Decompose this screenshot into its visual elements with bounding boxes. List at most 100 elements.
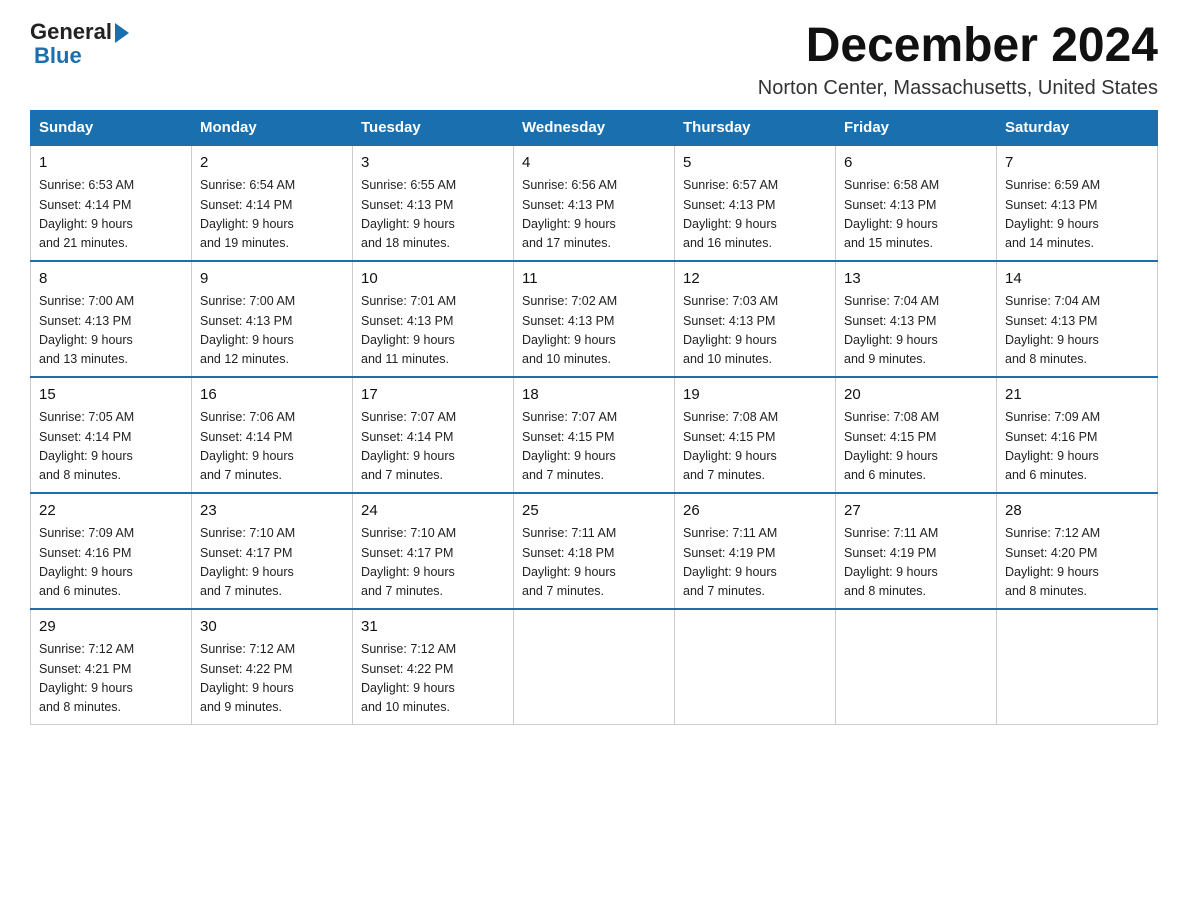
day-number: 1 bbox=[39, 152, 183, 175]
day-info: Sunrise: 7:10 AMSunset: 4:17 PMDaylight:… bbox=[361, 524, 505, 602]
header-day-thursday: Thursday bbox=[675, 110, 836, 145]
day-number: 15 bbox=[39, 384, 183, 407]
day-number: 13 bbox=[844, 268, 988, 291]
day-info: Sunrise: 6:55 AMSunset: 4:13 PMDaylight:… bbox=[361, 176, 505, 254]
header-day-tuesday: Tuesday bbox=[353, 110, 514, 145]
calendar-cell: 19Sunrise: 7:08 AMSunset: 4:15 PMDayligh… bbox=[675, 377, 836, 493]
day-number: 20 bbox=[844, 384, 988, 407]
day-info: Sunrise: 7:12 AMSunset: 4:22 PMDaylight:… bbox=[200, 640, 344, 718]
calendar-cell: 8Sunrise: 7:00 AMSunset: 4:13 PMDaylight… bbox=[31, 261, 192, 377]
day-info: Sunrise: 7:12 AMSunset: 4:21 PMDaylight:… bbox=[39, 640, 183, 718]
title-block: December 2024 Norton Center, Massachuset… bbox=[758, 20, 1158, 100]
calendar-cell: 24Sunrise: 7:10 AMSunset: 4:17 PMDayligh… bbox=[353, 493, 514, 609]
day-info: Sunrise: 7:07 AMSunset: 4:14 PMDaylight:… bbox=[361, 408, 505, 486]
day-info: Sunrise: 6:58 AMSunset: 4:13 PMDaylight:… bbox=[844, 176, 988, 254]
day-info: Sunrise: 7:12 AMSunset: 4:20 PMDaylight:… bbox=[1005, 524, 1149, 602]
day-number: 4 bbox=[522, 152, 666, 175]
week-row-2: 8Sunrise: 7:00 AMSunset: 4:13 PMDaylight… bbox=[31, 261, 1158, 377]
header-day-saturday: Saturday bbox=[997, 110, 1158, 145]
calendar-cell bbox=[836, 609, 997, 725]
logo-general-text: General bbox=[30, 20, 112, 44]
calendar-cell bbox=[514, 609, 675, 725]
day-number: 12 bbox=[683, 268, 827, 291]
day-number: 7 bbox=[1005, 152, 1149, 175]
week-row-1: 1Sunrise: 6:53 AMSunset: 4:14 PMDaylight… bbox=[31, 145, 1158, 261]
day-info: Sunrise: 7:01 AMSunset: 4:13 PMDaylight:… bbox=[361, 292, 505, 370]
calendar-cell: 15Sunrise: 7:05 AMSunset: 4:14 PMDayligh… bbox=[31, 377, 192, 493]
calendar-cell: 9Sunrise: 7:00 AMSunset: 4:13 PMDaylight… bbox=[192, 261, 353, 377]
day-number: 2 bbox=[200, 152, 344, 175]
calendar-cell: 27Sunrise: 7:11 AMSunset: 4:19 PMDayligh… bbox=[836, 493, 997, 609]
day-info: Sunrise: 7:11 AMSunset: 4:19 PMDaylight:… bbox=[844, 524, 988, 602]
day-number: 31 bbox=[361, 616, 505, 639]
day-info: Sunrise: 7:00 AMSunset: 4:13 PMDaylight:… bbox=[200, 292, 344, 370]
day-number: 9 bbox=[200, 268, 344, 291]
calendar-cell: 16Sunrise: 7:06 AMSunset: 4:14 PMDayligh… bbox=[192, 377, 353, 493]
header-day-sunday: Sunday bbox=[31, 110, 192, 145]
calendar-cell: 22Sunrise: 7:09 AMSunset: 4:16 PMDayligh… bbox=[31, 493, 192, 609]
calendar-cell: 18Sunrise: 7:07 AMSunset: 4:15 PMDayligh… bbox=[514, 377, 675, 493]
day-info: Sunrise: 6:53 AMSunset: 4:14 PMDaylight:… bbox=[39, 176, 183, 254]
day-number: 6 bbox=[844, 152, 988, 175]
logo: General Blue bbox=[30, 20, 129, 68]
day-info: Sunrise: 7:08 AMSunset: 4:15 PMDaylight:… bbox=[683, 408, 827, 486]
day-number: 26 bbox=[683, 500, 827, 523]
calendar-cell: 7Sunrise: 6:59 AMSunset: 4:13 PMDaylight… bbox=[997, 145, 1158, 261]
day-number: 28 bbox=[1005, 500, 1149, 523]
day-number: 24 bbox=[361, 500, 505, 523]
calendar-cell: 10Sunrise: 7:01 AMSunset: 4:13 PMDayligh… bbox=[353, 261, 514, 377]
day-info: Sunrise: 6:57 AMSunset: 4:13 PMDaylight:… bbox=[683, 176, 827, 254]
logo-blue-text: Blue bbox=[34, 44, 129, 68]
day-info: Sunrise: 7:10 AMSunset: 4:17 PMDaylight:… bbox=[200, 524, 344, 602]
day-number: 17 bbox=[361, 384, 505, 407]
day-number: 25 bbox=[522, 500, 666, 523]
day-number: 3 bbox=[361, 152, 505, 175]
calendar-cell: 14Sunrise: 7:04 AMSunset: 4:13 PMDayligh… bbox=[997, 261, 1158, 377]
calendar-cell: 4Sunrise: 6:56 AMSunset: 4:13 PMDaylight… bbox=[514, 145, 675, 261]
day-number: 21 bbox=[1005, 384, 1149, 407]
day-info: Sunrise: 7:00 AMSunset: 4:13 PMDaylight:… bbox=[39, 292, 183, 370]
calendar-cell bbox=[675, 609, 836, 725]
header-day-monday: Monday bbox=[192, 110, 353, 145]
calendar-cell: 3Sunrise: 6:55 AMSunset: 4:13 PMDaylight… bbox=[353, 145, 514, 261]
day-info: Sunrise: 6:56 AMSunset: 4:13 PMDaylight:… bbox=[522, 176, 666, 254]
day-number: 14 bbox=[1005, 268, 1149, 291]
day-number: 27 bbox=[844, 500, 988, 523]
calendar-header: SundayMondayTuesdayWednesdayThursdayFrid… bbox=[31, 110, 1158, 145]
calendar-table: SundayMondayTuesdayWednesdayThursdayFrid… bbox=[30, 110, 1158, 725]
day-number: 18 bbox=[522, 384, 666, 407]
day-number: 5 bbox=[683, 152, 827, 175]
calendar-cell: 6Sunrise: 6:58 AMSunset: 4:13 PMDaylight… bbox=[836, 145, 997, 261]
calendar-cell: 25Sunrise: 7:11 AMSunset: 4:18 PMDayligh… bbox=[514, 493, 675, 609]
week-row-5: 29Sunrise: 7:12 AMSunset: 4:21 PMDayligh… bbox=[31, 609, 1158, 725]
calendar-cell: 2Sunrise: 6:54 AMSunset: 4:14 PMDaylight… bbox=[192, 145, 353, 261]
calendar-cell: 12Sunrise: 7:03 AMSunset: 4:13 PMDayligh… bbox=[675, 261, 836, 377]
day-number: 8 bbox=[39, 268, 183, 291]
day-info: Sunrise: 7:03 AMSunset: 4:13 PMDaylight:… bbox=[683, 292, 827, 370]
calendar-body: 1Sunrise: 6:53 AMSunset: 4:14 PMDaylight… bbox=[31, 145, 1158, 725]
calendar-cell: 30Sunrise: 7:12 AMSunset: 4:22 PMDayligh… bbox=[192, 609, 353, 725]
day-info: Sunrise: 7:11 AMSunset: 4:18 PMDaylight:… bbox=[522, 524, 666, 602]
header-row: SundayMondayTuesdayWednesdayThursdayFrid… bbox=[31, 110, 1158, 145]
day-number: 22 bbox=[39, 500, 183, 523]
calendar-cell: 17Sunrise: 7:07 AMSunset: 4:14 PMDayligh… bbox=[353, 377, 514, 493]
calendar-cell: 1Sunrise: 6:53 AMSunset: 4:14 PMDaylight… bbox=[31, 145, 192, 261]
calendar-cell: 26Sunrise: 7:11 AMSunset: 4:19 PMDayligh… bbox=[675, 493, 836, 609]
week-row-3: 15Sunrise: 7:05 AMSunset: 4:14 PMDayligh… bbox=[31, 377, 1158, 493]
day-info: Sunrise: 6:54 AMSunset: 4:14 PMDaylight:… bbox=[200, 176, 344, 254]
day-info: Sunrise: 7:05 AMSunset: 4:14 PMDaylight:… bbox=[39, 408, 183, 486]
day-number: 19 bbox=[683, 384, 827, 407]
calendar-cell: 20Sunrise: 7:08 AMSunset: 4:15 PMDayligh… bbox=[836, 377, 997, 493]
day-info: Sunrise: 7:06 AMSunset: 4:14 PMDaylight:… bbox=[200, 408, 344, 486]
calendar-cell: 23Sunrise: 7:10 AMSunset: 4:17 PMDayligh… bbox=[192, 493, 353, 609]
header-day-wednesday: Wednesday bbox=[514, 110, 675, 145]
day-number: 16 bbox=[200, 384, 344, 407]
day-info: Sunrise: 7:09 AMSunset: 4:16 PMDaylight:… bbox=[1005, 408, 1149, 486]
header-day-friday: Friday bbox=[836, 110, 997, 145]
logo-arrow-icon bbox=[115, 23, 129, 43]
week-row-4: 22Sunrise: 7:09 AMSunset: 4:16 PMDayligh… bbox=[31, 493, 1158, 609]
day-info: Sunrise: 7:09 AMSunset: 4:16 PMDaylight:… bbox=[39, 524, 183, 602]
calendar-subtitle: Norton Center, Massachusetts, United Sta… bbox=[758, 77, 1158, 100]
calendar-cell: 21Sunrise: 7:09 AMSunset: 4:16 PMDayligh… bbox=[997, 377, 1158, 493]
day-number: 23 bbox=[200, 500, 344, 523]
